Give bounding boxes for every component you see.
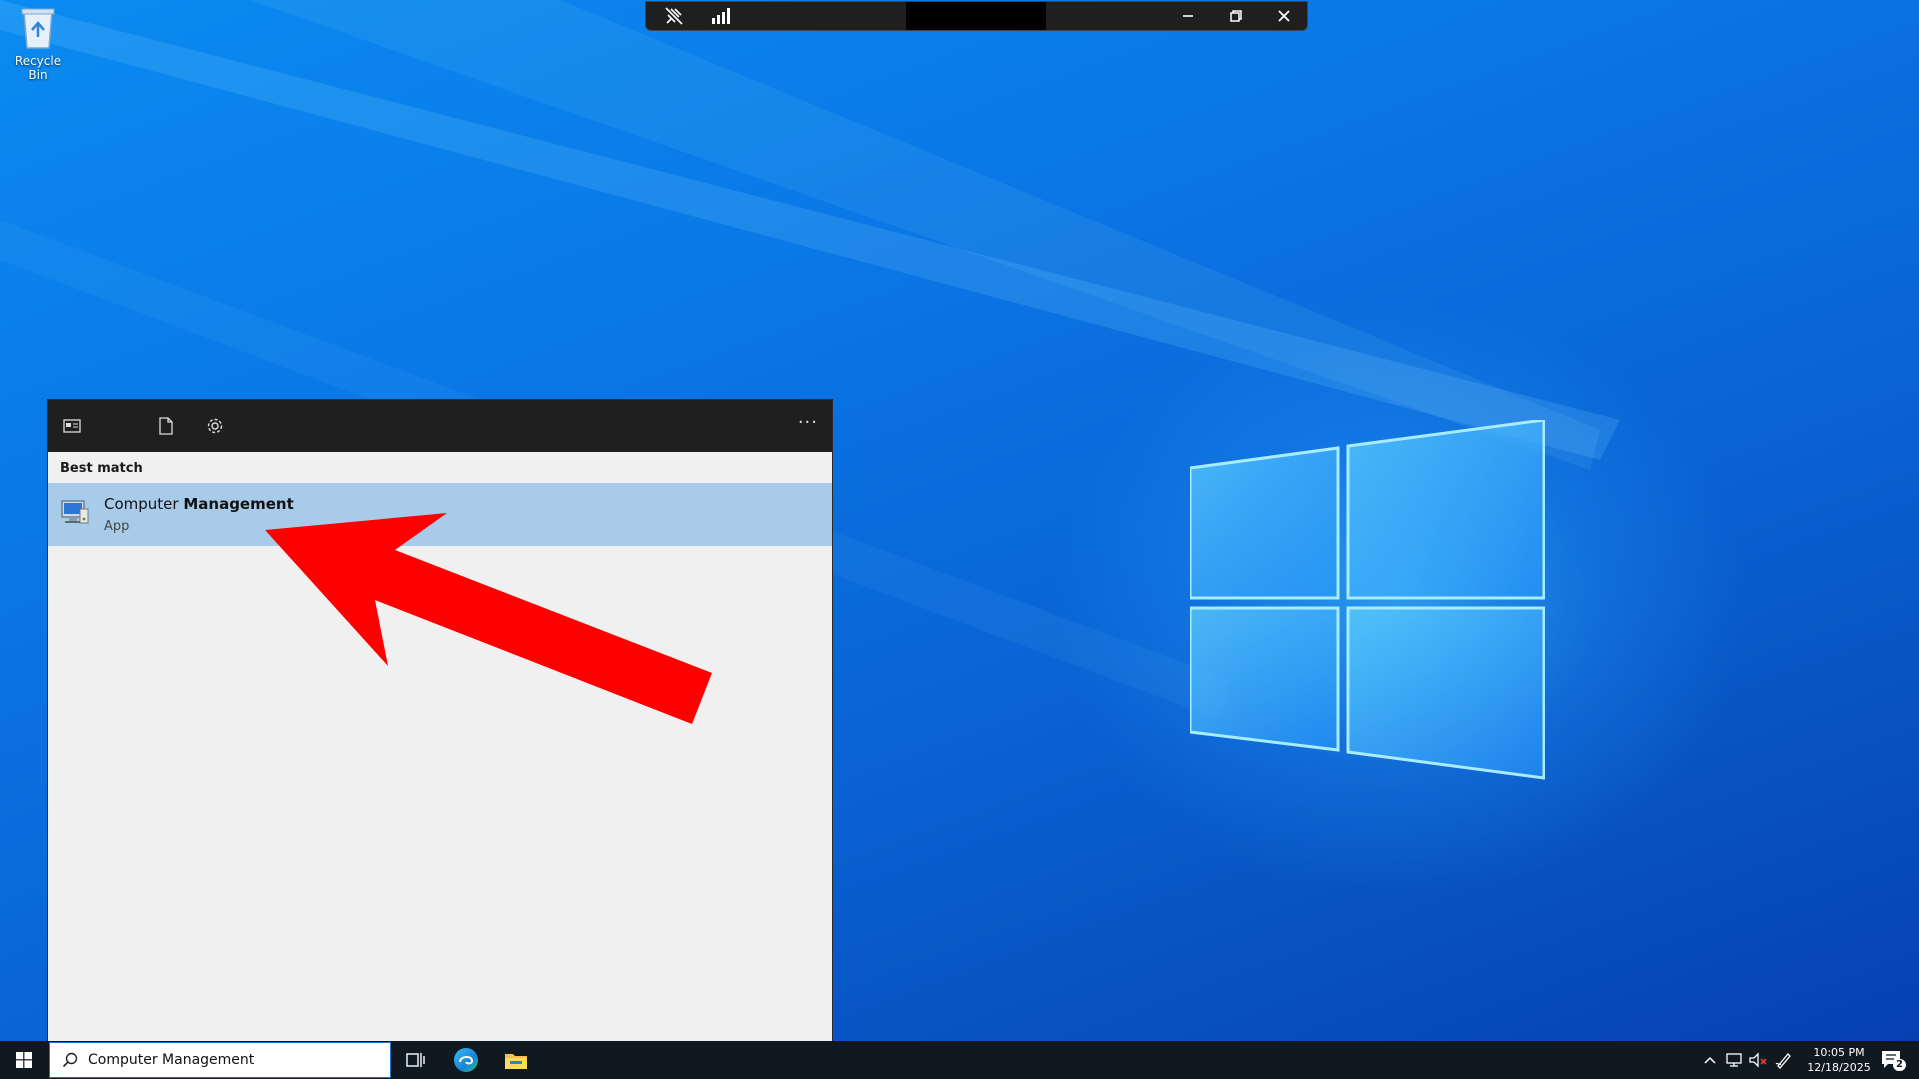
remote-connection-bar — [645, 1, 1308, 31]
restore-button[interactable] — [1216, 2, 1256, 30]
more-options-button[interactable]: ··· — [798, 412, 818, 433]
file-explorer-taskbar-button[interactable] — [492, 1041, 540, 1079]
taskbar-search-box[interactable] — [49, 1042, 391, 1078]
taskbar-clock[interactable]: 10:05 PM 12/18/2025 — [1796, 1045, 1882, 1075]
close-button[interactable] — [1264, 2, 1304, 30]
minimize-icon — [1183, 15, 1193, 17]
filter-documents-button[interactable] — [154, 414, 178, 438]
windows-start-icon — [16, 1052, 32, 1068]
result-title-regular: Computer — [104, 495, 184, 513]
desktop: Recycle Bin ··· Best match Computer Mana… — [0, 0, 1919, 1079]
taskbar: 10:05 PM 12/18/2025 2 — [0, 1041, 1919, 1079]
show-hidden-icons-button[interactable] — [1700, 1051, 1720, 1069]
chevron-up-icon — [1704, 1056, 1716, 1064]
volume-tray-button[interactable] — [1748, 1051, 1768, 1069]
pen-icon — [1775, 1053, 1791, 1069]
network-icon — [1726, 1053, 1742, 1067]
restore-icon — [1230, 10, 1242, 22]
recycle-bin-shortcut[interactable]: Recycle Bin — [6, 6, 70, 82]
result-title: Computer Management — [104, 495, 294, 513]
document-icon — [159, 417, 173, 435]
network-tray-button[interactable] — [1724, 1051, 1744, 1069]
folder-icon — [505, 1054, 527, 1069]
edge-taskbar-button[interactable] — [442, 1041, 490, 1079]
connection-title-area — [906, 2, 1046, 30]
result-computer-management[interactable]: Computer Management App — [48, 483, 832, 546]
minimize-button[interactable] — [1168, 2, 1208, 30]
close-icon — [1278, 10, 1290, 22]
volume-muted-icon — [1749, 1052, 1767, 1068]
search-filter-bar: ··· — [48, 400, 832, 452]
recycle-bin-label: Recycle Bin — [14, 54, 62, 82]
filter-apps-button[interactable] — [60, 414, 84, 438]
computer-management-icon — [60, 495, 90, 529]
unpin-icon — [665, 7, 683, 25]
best-match-heading: Best match — [60, 461, 143, 476]
start-button[interactable] — [0, 1041, 48, 1079]
action-center-button[interactable]: 2 — [1880, 1049, 1906, 1071]
notification-count-badge: 2 — [1893, 1059, 1906, 1071]
search-icon — [62, 1052, 78, 1068]
search-input[interactable] — [88, 1052, 358, 1068]
windows-logo-wallpaper — [1190, 420, 1545, 780]
signal-bars-icon — [712, 8, 730, 24]
apps-icon — [63, 419, 81, 433]
gear-icon — [207, 418, 223, 434]
pin-button[interactable] — [654, 2, 694, 30]
pen-tray-button[interactable] — [1774, 1051, 1794, 1069]
start-search-panel: ··· Best match Computer Management App — [48, 400, 832, 1041]
connection-quality-button[interactable] — [702, 2, 742, 30]
result-title-bold: Management — [183, 495, 294, 513]
filter-settings-button[interactable] — [203, 414, 227, 438]
result-subtitle: App — [104, 519, 130, 534]
clock-time: 10:05 PM — [1813, 1046, 1865, 1059]
task-view-button[interactable] — [392, 1041, 440, 1079]
edge-browser-icon — [454, 1048, 478, 1072]
recycle-bin-icon — [21, 8, 55, 49]
task-view-icon — [406, 1053, 425, 1067]
clock-date: 12/18/2025 — [1807, 1061, 1871, 1074]
